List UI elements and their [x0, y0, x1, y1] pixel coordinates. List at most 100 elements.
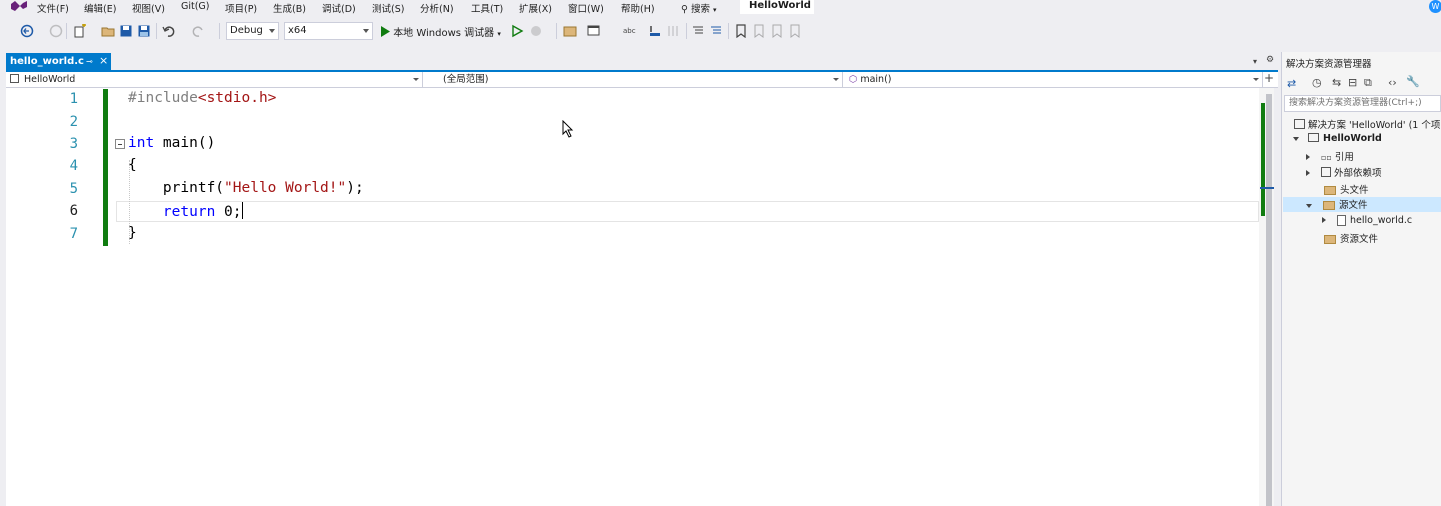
change-tracking-bar — [103, 89, 108, 246]
scrollbar-thumb[interactable] — [1266, 94, 1272, 506]
chevron-down-icon — [363, 29, 369, 33]
step-icon[interactable] — [648, 24, 662, 38]
line-number: 5 — [69, 181, 78, 197]
menu-bar: 文件(F) 编辑(E) 视图(V) Git(G) 项目(P) 生成(B) 调试(… — [0, 0, 1441, 16]
expand-arrow-icon[interactable] — [1322, 217, 1326, 223]
tree-external-deps-node[interactable]: 外部依赖项 — [1306, 165, 1382, 179]
close-icon[interactable]: × — [99, 52, 108, 69]
uncomment-icon[interactable] — [709, 24, 723, 38]
prev-bookmark-icon[interactable] — [752, 24, 766, 38]
menu-file[interactable]: 文件(F) — [37, 1, 69, 15]
project-dropdown[interactable]: HelloWorld — [6, 72, 423, 87]
platform-select[interactable]: x64 — [284, 22, 373, 40]
scrollbar-caret-marker — [1260, 187, 1274, 189]
properties-wrench-icon[interactable]: 🔧 — [1406, 75, 1420, 88]
next-bookmark-icon[interactable] — [770, 24, 784, 38]
window-layout-icon[interactable] — [587, 24, 601, 38]
tree-resource-files-node[interactable]: 资源文件 — [1324, 231, 1378, 245]
tree-project-node[interactable]: HelloWorld — [1293, 133, 1382, 144]
settings-gear-icon[interactable]: ⚙ — [1266, 55, 1274, 65]
menu-edit[interactable]: 编辑(E) — [84, 1, 116, 15]
bookmark-icon[interactable] — [734, 24, 748, 39]
expand-arrow-icon[interactable] — [1306, 204, 1312, 208]
project-label: HelloWorld — [1323, 133, 1382, 144]
resource-files-label: 资源文件 — [1340, 234, 1379, 245]
pin-icon[interactable]: ⊸ — [86, 53, 93, 70]
undo-icon[interactable] — [162, 24, 176, 38]
solution-label: 解决方案 'HelloWorld' (1 个项 — [1308, 120, 1441, 131]
menu-build[interactable]: 生成(B) — [273, 1, 306, 15]
hot-reload-icon[interactable] — [529, 24, 543, 38]
standard-toolbar: Debug x64 本地 Windows 调试器 ▾ abc — [0, 17, 1441, 45]
code-line-4: { — [128, 157, 137, 173]
history-icon[interactable]: ◷ — [1312, 76, 1322, 89]
solution-explorer-toolbar: ⇄ ◷ ⇆ ⊟ ⧉ ‹› 🔧 — [1284, 75, 1441, 93]
scope-dropdown-value: (全局范围) — [443, 74, 489, 85]
method-icon: ⬡ — [849, 74, 858, 85]
user-avatar[interactable]: W — [1429, 0, 1441, 13]
mouse-pointer-icon — [562, 119, 574, 141]
tab-list-dropdown-icon[interactable]: ▾ — [1253, 57, 1257, 66]
tree-header-files-node[interactable]: 头文件 — [1324, 182, 1369, 196]
collapse-icon[interactable] — [115, 139, 125, 149]
play-icon — [381, 26, 390, 37]
scope-dropdown[interactable]: (全局范围) — [425, 72, 843, 87]
back-arrows-icon[interactable]: ⇆ — [1332, 76, 1341, 89]
navigate-back-icon[interactable] — [20, 24, 34, 38]
tab-title: hello_world.c — [10, 56, 84, 67]
menu-extensions[interactable]: 扩展(X) — [519, 1, 552, 15]
tree-references-node[interactable]: ▫▫ 引用 — [1306, 149, 1354, 163]
collapse-all-icon[interactable]: ⊟ — [1348, 76, 1357, 89]
menu-git[interactable]: Git(G) — [181, 1, 210, 12]
code-line-3: int main() — [128, 135, 216, 151]
tree-source-files-node[interactable]: 源文件 — [1283, 197, 1441, 212]
chevron-down-icon: ▾ — [713, 6, 717, 14]
tree-solution-node[interactable]: 解决方案 'HelloWorld' (1 个项 — [1294, 117, 1440, 131]
menu-help[interactable]: 帮助(H) — [621, 1, 655, 15]
expand-arrow-icon[interactable] — [1306, 170, 1310, 176]
solution-explorer-search-input[interactable]: 搜索解决方案资源管理器(Ctrl+;) — [1284, 95, 1441, 112]
open-file-icon[interactable] — [101, 24, 115, 38]
menu-tools[interactable]: 工具(T) — [471, 1, 503, 15]
svg-text:abc: abc — [623, 27, 636, 35]
start-without-debugging-icon[interactable] — [511, 24, 525, 38]
code-line-6: return 0; — [162, 202, 243, 220]
menu-view[interactable]: 视图(V) — [132, 1, 165, 15]
member-dropdown[interactable]: ⬡ main() — [845, 72, 1263, 87]
configuration-select[interactable]: Debug — [226, 22, 279, 40]
search-button[interactable]: ⚲ 搜索 ▾ — [681, 1, 717, 15]
tree-hello-world-c-node[interactable]: hello_world.c — [1322, 215, 1412, 226]
show-all-files-icon[interactable]: ⧉ — [1364, 76, 1372, 90]
tab-hello-world-c[interactable]: hello_world.c ⊸ × — [6, 53, 111, 71]
source-file-label: hello_world.c — [1350, 215, 1413, 226]
menu-test[interactable]: 测试(S) — [372, 1, 404, 15]
expand-arrow-icon[interactable] — [1306, 154, 1310, 160]
navigate-forward-icon[interactable] — [49, 24, 63, 38]
solution-icon — [1294, 119, 1305, 129]
spell-check-icon[interactable]: abc — [623, 24, 637, 38]
browse-icon[interactable] — [563, 24, 577, 38]
code-view-icon[interactable]: ‹› — [1388, 76, 1397, 89]
sync-icon[interactable]: ⇄ — [1287, 77, 1296, 90]
vs-logo-icon[interactable] — [10, 0, 28, 16]
menu-project[interactable]: 项目(P) — [225, 1, 257, 15]
project-dropdown-value: HelloWorld — [24, 74, 76, 85]
solution-title-badge: HelloWorld — [740, 0, 814, 14]
c-file-icon — [1337, 215, 1346, 226]
split-editor-icon[interactable]: + — [1264, 71, 1274, 85]
header-files-label: 头文件 — [1340, 185, 1369, 196]
start-debugging-label: 本地 Windows 调试器 — [393, 28, 495, 39]
redo-icon[interactable] — [191, 24, 205, 38]
start-debugging-button[interactable]: 本地 Windows 调试器 ▾ — [380, 24, 501, 39]
comment-icon[interactable] — [691, 24, 705, 38]
save-all-icon[interactable] — [137, 24, 151, 38]
text-caret — [241, 202, 243, 219]
save-icon[interactable] — [119, 24, 133, 38]
clear-bookmarks-icon[interactable] — [788, 24, 802, 38]
step-over-icon[interactable] — [666, 24, 680, 38]
expand-arrow-icon[interactable] — [1293, 137, 1299, 141]
menu-analyze[interactable]: 分析(N) — [420, 1, 454, 15]
new-project-icon[interactable] — [73, 23, 87, 38]
menu-debug[interactable]: 调试(D) — [322, 1, 356, 15]
menu-window[interactable]: 窗口(W) — [568, 1, 604, 15]
